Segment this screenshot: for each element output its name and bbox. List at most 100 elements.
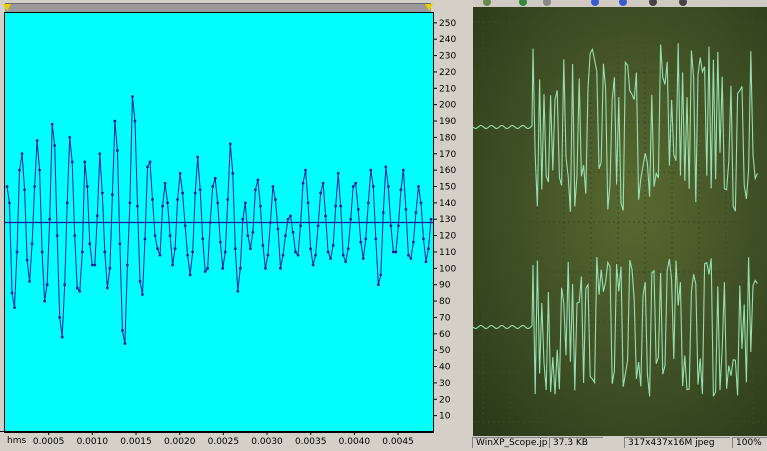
sample-point <box>63 283 67 287</box>
sample-point <box>253 188 257 192</box>
sample-point <box>226 198 230 201</box>
y-tick-label: 60 <box>439 330 451 340</box>
x-axis-svg: hms 0.0005 0.0010 0.0015 0.0020 0.0025 0.0030 0… <box>0 431 433 447</box>
sample-point <box>256 178 260 182</box>
sample-point <box>429 217 433 221</box>
sample-point <box>208 221 212 224</box>
sample-point <box>93 263 97 267</box>
waveform-plot[interactable] <box>4 12 434 433</box>
sample-point <box>121 329 124 332</box>
sample-point <box>23 188 26 192</box>
sample-point <box>70 160 74 164</box>
y-tick-label: 210 <box>439 84 456 94</box>
sample-point <box>266 253 270 257</box>
sample-point <box>146 165 149 169</box>
sample-point <box>5 185 9 188</box>
print-icon[interactable] <box>679 0 687 6</box>
y-tick-label: 10 <box>439 412 451 422</box>
sample-point <box>248 247 252 251</box>
sample-point <box>379 273 383 277</box>
sample-point <box>359 240 363 244</box>
sample-point <box>203 270 207 274</box>
sample-point <box>341 253 345 257</box>
sample-point <box>246 234 250 237</box>
sample-point <box>196 155 200 159</box>
sample-point <box>281 253 285 257</box>
sample-point <box>374 237 378 241</box>
sample-point <box>65 201 69 205</box>
sample-point <box>351 185 355 188</box>
x-tick-label: 0.0005 <box>33 437 65 447</box>
sample-point <box>28 280 31 283</box>
sample-point <box>176 198 180 201</box>
sample-point <box>309 247 312 251</box>
back-icon[interactable] <box>483 0 491 6</box>
sample-point <box>424 260 428 264</box>
sample-point <box>276 227 280 231</box>
sample-point <box>417 185 420 188</box>
sample-point <box>73 234 77 237</box>
y-tick-label: 220 <box>439 68 456 78</box>
end-marker-icon[interactable] <box>425 4 433 11</box>
sample-point <box>211 185 215 188</box>
sample-point <box>156 247 159 251</box>
rotate-icon[interactable] <box>519 0 527 6</box>
sample-point <box>181 191 185 195</box>
sample-point <box>18 168 21 172</box>
x-tick-label: 0.0035 <box>295 437 327 447</box>
sample-point <box>396 224 400 228</box>
sample-point <box>412 240 415 244</box>
y-tick-label: 240 <box>439 35 456 45</box>
sample-point <box>38 168 42 172</box>
y-tick-label: 200 <box>439 101 456 111</box>
fit-icon[interactable] <box>649 0 657 6</box>
sample-point <box>364 237 368 241</box>
sample-point <box>191 250 195 254</box>
status-dimensions: 317x437x16M jpeg <box>624 437 730 448</box>
sample-point <box>40 250 44 254</box>
waveform-svg <box>5 95 433 346</box>
start-marker-icon[interactable] <box>3 4 11 11</box>
sample-point <box>78 289 82 293</box>
status-filesize: 37.3 KB <box>549 437 603 448</box>
sample-point <box>274 198 277 201</box>
y-tick-label: 170 <box>439 150 456 160</box>
y-tick-label: 250 <box>439 19 456 29</box>
sample-point <box>236 289 240 293</box>
waveform-editor-pane: 10 20 30 40 50 60 70 80 90 100 110 120 130 140 150 160 1… <box>0 0 470 447</box>
sample-point <box>314 253 317 257</box>
sample-point <box>258 204 262 208</box>
image-viewer-pane <box>470 0 767 447</box>
sample-point <box>183 224 187 228</box>
sample-point <box>115 149 119 152</box>
zoom-icon[interactable] <box>591 0 599 6</box>
sample-point <box>316 224 320 228</box>
y-tick-label: 100 <box>439 264 456 274</box>
sample-point <box>286 217 290 221</box>
sample-point <box>284 234 287 237</box>
sample-point <box>233 247 237 251</box>
sample-point <box>329 257 333 260</box>
sample-point <box>231 171 235 175</box>
x-tick-label: 0.0015 <box>120 437 152 447</box>
tool-icon[interactable] <box>543 0 551 6</box>
sample-point <box>319 191 323 195</box>
sample-point <box>336 171 340 175</box>
zoom-out-icon[interactable] <box>619 0 627 6</box>
sample-point <box>391 250 395 254</box>
sample-point <box>166 201 169 205</box>
sample-point <box>334 204 338 208</box>
sample-point <box>409 257 413 260</box>
sample-point <box>141 293 144 296</box>
y-tick-label: 70 <box>439 313 451 323</box>
sample-point <box>414 211 418 215</box>
sample-point <box>30 242 34 246</box>
viewer-toolbar <box>473 0 767 7</box>
sample-point <box>151 198 154 201</box>
y-tick-label: 80 <box>439 297 451 307</box>
sample-point <box>243 201 247 205</box>
sample-point <box>143 237 147 241</box>
sample-point <box>394 250 398 254</box>
sample-point <box>131 95 134 98</box>
sample-point <box>83 160 87 164</box>
